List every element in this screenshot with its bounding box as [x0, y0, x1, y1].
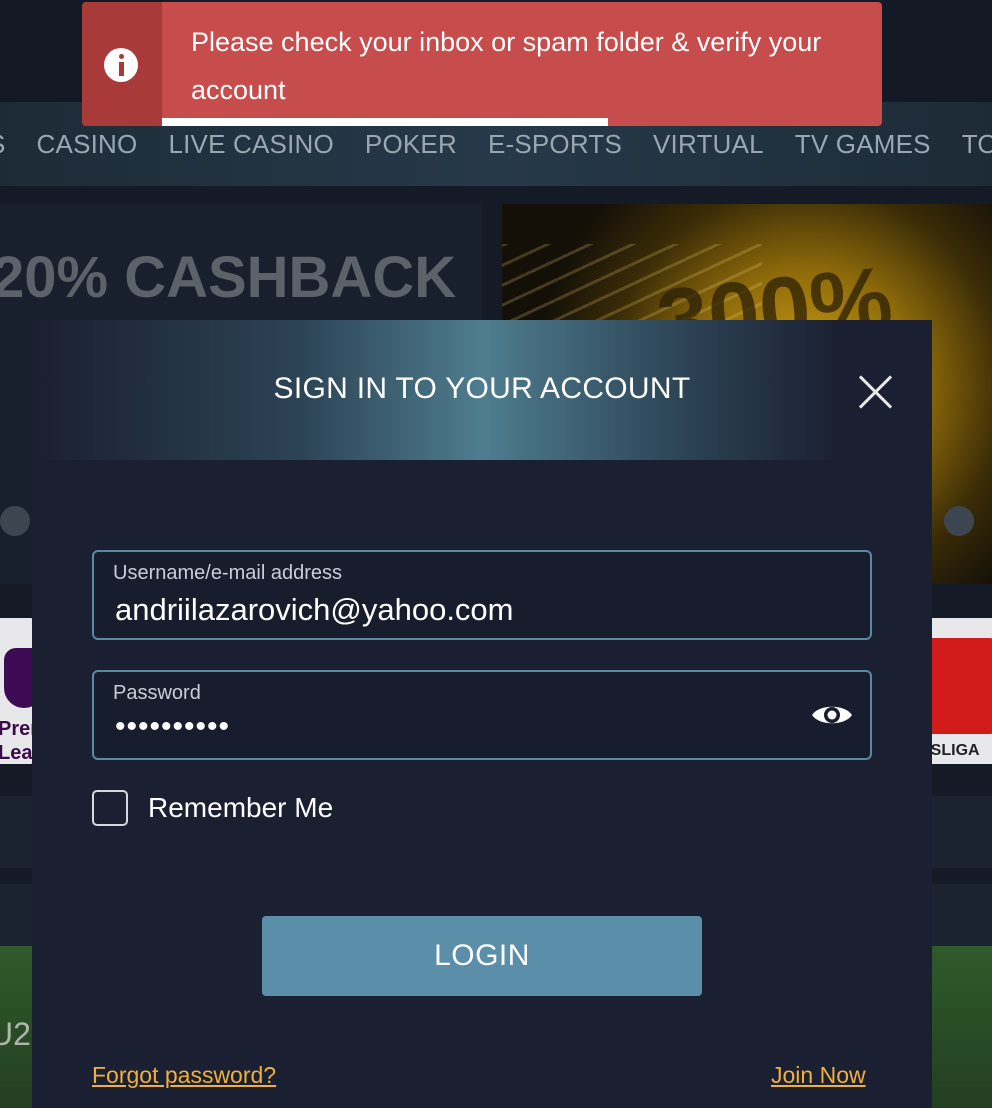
close-icon[interactable] — [858, 374, 894, 410]
username-label: Username/e-mail address — [113, 562, 342, 584]
pitch-banner-label: U2 — [0, 1016, 31, 1052]
modal-header: SIGN IN TO YOUR ACCOUNT — [32, 320, 932, 460]
toast-icon-area — [82, 2, 162, 126]
toast-message: Please check your inbox or spam folder &… — [191, 27, 822, 105]
bundesliga-logo-icon — [926, 638, 992, 734]
nav-item-poker[interactable]: POKER — [365, 129, 457, 160]
login-button[interactable]: LOGIN — [262, 916, 702, 996]
password-label: Password — [113, 682, 201, 704]
username-field[interactable]: Username/e-mail address — [92, 550, 872, 640]
nav-item-tournaments[interactable]: TOU — [962, 129, 992, 160]
password-input[interactable]: •••••••••• — [115, 710, 230, 744]
nav-item-tv-games[interactable]: TV GAMES — [795, 129, 931, 160]
password-field[interactable]: Password •••••••••• — [92, 670, 872, 760]
remember-me-toggle[interactable]: Remember Me — [92, 790, 333, 826]
carousel-prev-dot[interactable] — [0, 506, 30, 536]
remember-me-checkbox[interactable] — [92, 790, 128, 826]
nav-item-sports[interactable]: S — [0, 129, 6, 160]
promo-headline: 20% CASHBACK — [0, 245, 457, 310]
nav-item-esports[interactable]: E-SPORTS — [488, 129, 622, 160]
nav-item-live-casino[interactable]: LIVE CASINO — [168, 129, 333, 160]
forgot-password-link[interactable]: Forgot password? — [92, 1062, 276, 1089]
join-now-link[interactable]: Join Now — [771, 1062, 866, 1089]
modal-title: SIGN IN TO YOUR ACCOUNT — [273, 372, 691, 405]
info-icon — [104, 48, 138, 82]
eye-icon[interactable] — [810, 700, 854, 730]
verify-account-toast[interactable]: Please check your inbox or spam folder &… — [82, 2, 882, 126]
remember-me-label: Remember Me — [148, 792, 334, 823]
league-name-line2: Lea — [0, 742, 33, 764]
nav-item-virtual[interactable]: VIRTUAL — [653, 129, 764, 160]
login-modal: SIGN IN TO YOUR ACCOUNT Username/e-mail … — [32, 320, 932, 1108]
toast-progress-bar — [162, 118, 609, 126]
nav-item-casino[interactable]: CASINO — [37, 129, 138, 160]
carousel-next-dot[interactable] — [944, 506, 974, 536]
username-input[interactable] — [115, 592, 765, 628]
